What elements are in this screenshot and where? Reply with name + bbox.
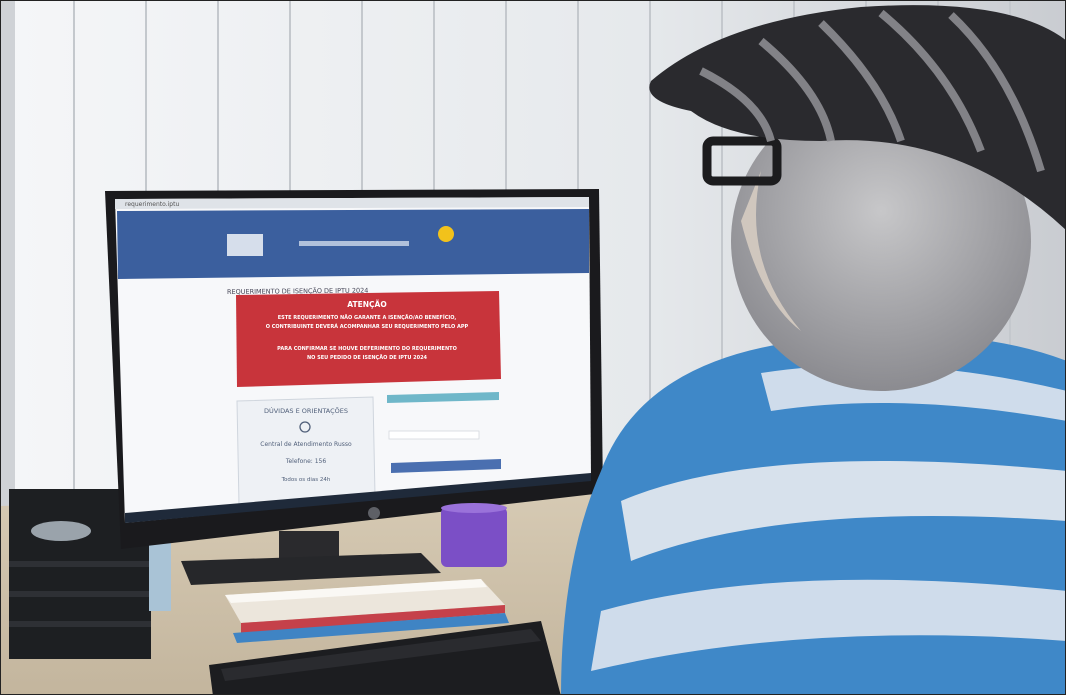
info-line-3: Todos os dias 24h	[281, 477, 331, 483]
alert-line-1: ESTE REQUERIMENTO NÃO GARANTE A ISENÇÃO/…	[278, 313, 457, 321]
alert-line-3: PARA CONFIRMAR SE HOUVE DEFERIMENTO DO R…	[277, 346, 457, 352]
hp-logo-icon	[368, 507, 380, 519]
info-line-2: Telefone: 156	[285, 458, 327, 465]
photo-svg: requerimento.iptu REQUERIMENTO DE ISENÇÃ…	[1, 1, 1065, 694]
purple-mug	[441, 503, 507, 567]
alert-title: ATENÇÃO	[347, 300, 386, 309]
photo-scene: requerimento.iptu REQUERIMENTO DE ISENÇÃ…	[0, 0, 1066, 695]
info-line-1: Central de Atendimento Russo	[260, 441, 352, 448]
site-logo	[227, 234, 263, 256]
browser-url[interactable]: requerimento.iptu	[125, 201, 179, 208]
accessibility-icon[interactable]	[438, 226, 454, 242]
info-title: DÚVIDAS E ORIENTAÇÕES	[264, 406, 348, 415]
alert-line-4: NO SEU PEDIDO DE ISENÇÃO DE IPTU 2024	[307, 354, 428, 361]
headset-cable	[31, 521, 91, 541]
site-nav-text	[299, 241, 409, 246]
form-input[interactable]	[388, 430, 480, 440]
alert-line-2: O CONTRIBUINTE DEVERÁ ACOMPANHAR SEU REQ…	[266, 323, 469, 330]
browser-tab-bar	[115, 197, 589, 209]
